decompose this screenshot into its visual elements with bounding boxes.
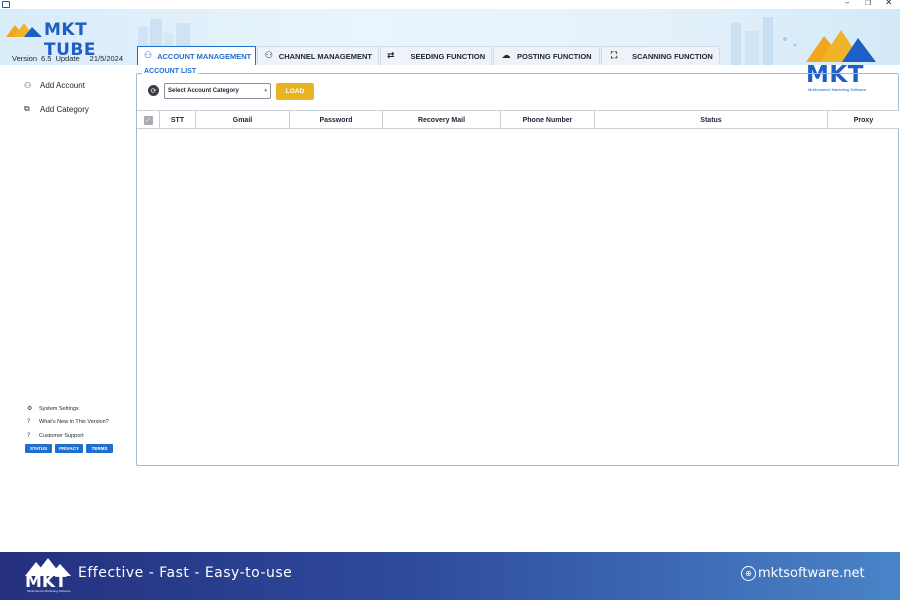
sidebar-item-add-category[interactable]: ⧉ Add Category	[24, 104, 89, 114]
gear-icon: ⚙	[27, 405, 33, 412]
update-label: Update	[55, 54, 80, 63]
account-table-header: ✓ STT Gmail Password Recovery Mail Phone…	[137, 110, 899, 129]
support-icon: ?	[27, 432, 31, 439]
minimize-button[interactable]: –	[845, 0, 850, 8]
refresh-icon[interactable]: ⟳	[148, 85, 159, 96]
close-button[interactable]: ✕	[885, 0, 893, 8]
sidebar-item-label: Add Category	[40, 104, 89, 114]
window-titlebar: – ❐ ✕	[0, 0, 900, 9]
tab-channel-management[interactable]: ⚇ CHANNEL MANAGEMENT	[257, 46, 379, 65]
load-button[interactable]: LOAD	[276, 83, 314, 100]
app-logo: MKT TUBE	[6, 19, 136, 60]
select-all-column: ✓	[137, 111, 160, 129]
sidebar-footer-label: What's New in This Version?	[39, 418, 109, 425]
select-all-checkbox[interactable]: ✓	[143, 115, 153, 125]
tab-seeding-function[interactable]: ⇄ SEEDING FUNCTION	[380, 46, 492, 65]
version-number: 6.5	[41, 54, 52, 63]
privacy-button[interactable]: PRIVACY	[55, 444, 83, 453]
version-label: Version	[12, 54, 38, 63]
banner-logo-subtitle: Multichannel Marketing Software	[27, 589, 71, 593]
status-button[interactable]: STATUS	[25, 444, 52, 453]
cloud-upload-icon: ☁	[501, 51, 511, 61]
column-header-proxy[interactable]: Proxy	[828, 111, 899, 129]
tab-account-management[interactable]: ⚇ ACCOUNT MANAGEMENT	[137, 46, 256, 65]
update-date: 21/5/2024	[89, 54, 124, 63]
scan-icon: ⛶	[610, 51, 618, 61]
globe-icon: ⊕	[741, 566, 756, 581]
sidebar-whats-new[interactable]: ? What's New in This Version?	[27, 418, 109, 425]
column-header-stt[interactable]: STT	[160, 111, 196, 129]
brand-mountain-icon	[806, 30, 876, 62]
sidebar-customer-support[interactable]: ? Customer Support	[27, 432, 84, 439]
sidebar-footer-label: System Settings	[39, 405, 79, 412]
banner-logo: MKT Multichannel Marketing Software	[23, 556, 73, 596]
column-header-gmail[interactable]: Gmail	[196, 111, 290, 129]
sidebar-item-label: Add Account	[40, 81, 85, 90]
column-header-status[interactable]: Status	[595, 111, 828, 129]
tab-label: ACCOUNT MANAGEMENT	[157, 51, 252, 61]
sidebar-system-settings[interactable]: ⚙ System Settings	[27, 405, 79, 412]
app-window-icon	[2, 1, 10, 8]
question-icon: ?	[27, 418, 31, 425]
account-table-body	[137, 129, 898, 465]
city-skyline-decoration-right	[731, 17, 797, 65]
sidebar-item-add-account[interactable]: ⚇ Add Account	[24, 81, 85, 90]
add-category-icon: ⧉	[24, 104, 30, 113]
column-header-phone-number[interactable]: Phone Number	[501, 111, 595, 129]
column-header-password[interactable]: Password	[290, 111, 383, 129]
swap-arrows-icon: ⇄	[387, 51, 395, 61]
tab-posting-function[interactable]: ☁ POSTING FUNCTION	[493, 46, 600, 65]
tab-scanning-function[interactable]: ⛶ SCANNING FUNCTION	[601, 46, 720, 65]
tab-label: POSTING FUNCTION	[517, 51, 592, 61]
terms-button[interactable]: TERMS	[86, 444, 113, 453]
maximize-button[interactable]: ❐	[865, 0, 871, 7]
tab-label: SCANNING FUNCTION	[632, 51, 713, 61]
add-user-icon: ⚇	[24, 81, 32, 90]
channels-icon: ⚇	[264, 51, 273, 61]
accounts-icon: ⚇	[144, 51, 153, 61]
banner-tagline: Effective - Fast - Easy-to-use	[78, 565, 293, 581]
tab-label: CHANNEL MANAGEMENT	[278, 51, 372, 61]
column-header-recovery-mail[interactable]: Recovery Mail	[383, 111, 501, 129]
banner-website[interactable]: ⊕ mktsoftware.net	[741, 566, 865, 581]
account-list-title: ACCOUNT LIST	[142, 68, 199, 75]
main-tabs: ⚇ ACCOUNT MANAGEMENT ⚇ CHANNEL MANAGEMEN…	[137, 46, 721, 65]
account-category-select-value: Select Account Category	[168, 88, 239, 94]
sidebar-footer-label: Customer Support	[39, 432, 84, 439]
version-info: Version 6.5 Update 21/5/2024	[12, 54, 127, 63]
mkt-mountain-logo-icon	[6, 23, 42, 37]
tab-label: SEEDING FUNCTION	[410, 51, 486, 61]
promo-banner: MKT Multichannel Marketing Software Effe…	[0, 552, 900, 600]
chevron-down-icon: ▾	[264, 88, 267, 94]
banner-website-text: mktsoftware.net	[758, 566, 865, 581]
account-category-select[interactable]: Select Account Category ▾	[164, 83, 271, 99]
